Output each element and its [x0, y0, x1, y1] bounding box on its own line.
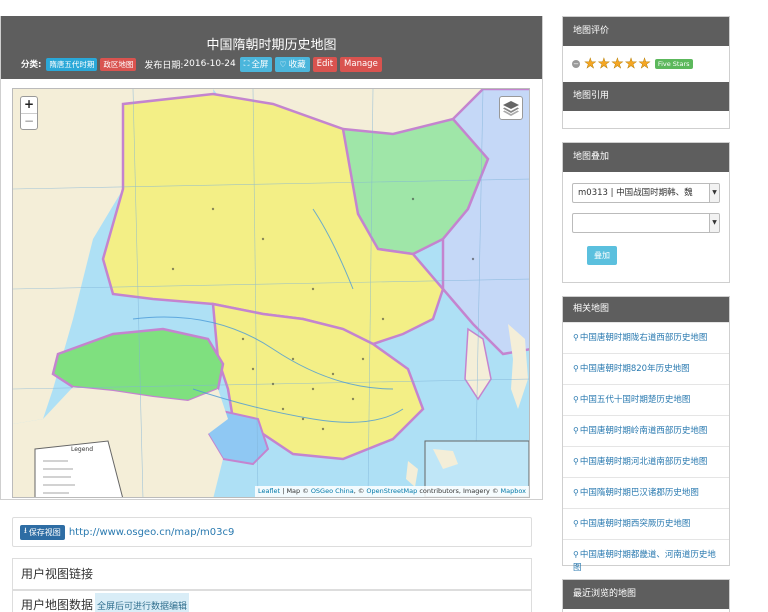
- attribution-sep: , ©: [353, 487, 365, 495]
- rating-title: 地图评价: [563, 17, 729, 46]
- save-view-label: 保存视图: [28, 527, 61, 537]
- related-map-link[interactable]: ⚲中国隋朝时期巴汉诸郡历史地图: [563, 477, 729, 508]
- overlay-title: 地图叠加: [563, 143, 729, 172]
- related-map-link[interactable]: ⚲中国唐朝时期陇右道西部历史地图: [563, 322, 729, 353]
- fullscreen-button[interactable]: ⛶ 全屏: [239, 56, 273, 72]
- map-legend-title: Legend: [71, 446, 94, 453]
- manage-button[interactable]: Manage: [340, 56, 382, 72]
- osgeo-link[interactable]: OSGeo China: [311, 487, 354, 495]
- layers-button[interactable]: [499, 96, 523, 120]
- edit-button[interactable]: Edit: [312, 56, 338, 72]
- tag-type[interactable]: 政区地图: [100, 57, 137, 71]
- rating-panel: 地图评价 − ★ ★ ★ ★ ★ Five Stars 地图引用: [562, 16, 730, 129]
- chevron-down-icon: ▼: [709, 214, 719, 232]
- user-map-data-section: 用户地图数据 全屏后可进行数据编辑: [12, 590, 532, 612]
- map-marker-icon: ⚲: [573, 426, 579, 435]
- overlay-map-select[interactable]: m0313 | 中国战国时期韩、魏 ▼: [572, 183, 720, 203]
- user-map-data-header: 用户地图数据 全屏后可进行数据编辑: [13, 591, 531, 612]
- meta-row: 分类: 隋唐五代时期 政区地图 发布日期: 2016-10-24 ⛶ 全屏 ♡ …: [21, 56, 385, 72]
- tag-period[interactable]: 隋唐五代时期: [46, 57, 98, 71]
- overlay-layer-select[interactable]: ▼: [572, 213, 720, 233]
- related-map-link[interactable]: ⚲中国五代十国时期楚历史地图: [563, 384, 729, 415]
- favorite-button[interactable]: ♡ 收藏: [275, 56, 310, 72]
- favorite-label: 收藏: [288, 60, 306, 70]
- user-map-data-title: 用户地图数据: [21, 598, 94, 612]
- attribution-map-by: | Map ©: [282, 487, 309, 495]
- related-map-link[interactable]: ⚲中国唐朝时期河北道南部历史地图: [563, 446, 729, 477]
- category-label: 分类:: [21, 60, 42, 70]
- save-view-button[interactable]: ⭳ 保存视图: [20, 524, 65, 540]
- edit-hint-badge: 全屏后可进行数据编辑: [95, 593, 190, 612]
- map-viewer[interactable]: Legend + − Leaflet | Map © OSGeo China, …: [12, 88, 530, 498]
- map-marker-icon: ⚲: [573, 550, 579, 559]
- star-rating[interactable]: − ★ ★ ★ ★ ★ Five Stars: [563, 46, 729, 82]
- related-maps-panel: 相关地图 ⚲中国唐朝时期陇右道西部历史地图 ⚲中国唐朝时期820年历史地图 ⚲中…: [562, 296, 730, 573]
- attribution-contrib: contributors, Imagery ©: [419, 487, 499, 495]
- rating-caption: Five Stars: [654, 59, 693, 69]
- map-url-link[interactable]: http://www.osgeo.cn/map/m03c9: [69, 527, 235, 538]
- download-icon: ⭳: [24, 526, 27, 535]
- osm-link[interactable]: OpenStreetMap: [366, 487, 417, 495]
- zoom-in-button[interactable]: +: [21, 97, 37, 113]
- map-image: [13, 89, 529, 497]
- related-map-link[interactable]: ⚲中国唐朝时期岭南道西部历史地图: [563, 415, 729, 446]
- recent-title: 最近浏览的地图: [563, 580, 729, 609]
- fullscreen-label: 全屏: [251, 60, 269, 70]
- related-map-link[interactable]: ⚲中国唐朝时期都畿道、河南道历史地图: [563, 539, 729, 583]
- star-icon[interactable]: ★: [624, 57, 637, 71]
- publish-date: 2016-10-24: [183, 59, 236, 69]
- star-icon[interactable]: ★: [638, 57, 651, 71]
- chevron-down-icon: ▼: [709, 184, 719, 202]
- map-marker-icon: ⚲: [573, 488, 579, 497]
- user-view-link-title: 用户视图链接: [21, 567, 94, 581]
- map-attribution: Leaflet | Map © OSGeo China, © OpenStree…: [254, 486, 529, 497]
- citation-title: 地图引用: [563, 82, 729, 111]
- recent-maps-panel: 最近浏览的地图: [562, 579, 730, 612]
- date-label: 发布日期:: [144, 60, 184, 71]
- map-marker-icon: ⚲: [573, 519, 579, 528]
- map-marker-icon: ⚲: [573, 457, 579, 466]
- leaflet-link[interactable]: Leaflet: [258, 487, 280, 495]
- cancel-rating-icon[interactable]: −: [572, 60, 580, 68]
- map-marker-icon: ⚲: [573, 364, 579, 373]
- zoom-out-button[interactable]: −: [21, 113, 37, 129]
- layers-icon: [503, 101, 519, 116]
- page-title: 中国隋朝时期历史地图: [206, 38, 337, 53]
- map-marker-icon: ⚲: [573, 395, 579, 404]
- related-title: 相关地图: [563, 297, 729, 322]
- mapbox-link[interactable]: Mapbox: [501, 487, 526, 495]
- fullscreen-icon: ⛶: [243, 59, 250, 68]
- star-icon[interactable]: ★: [584, 57, 597, 71]
- page: 中国隋朝时期历史地图 分类: 隋唐五代时期 政区地图 发布日期: 2016-10…: [0, 0, 768, 612]
- star-icon[interactable]: ★: [597, 57, 610, 71]
- overlay-select-value: m0313 | 中国战国时期韩、魏: [578, 188, 693, 198]
- related-map-link[interactable]: ⚲中国唐朝时期820年历史地图: [563, 353, 729, 384]
- zoom-control: + −: [20, 96, 38, 130]
- user-view-link-section: 用户视图链接: [12, 558, 532, 590]
- heart-icon: ♡: [279, 59, 287, 69]
- star-icon[interactable]: ★: [611, 57, 624, 71]
- related-map-link[interactable]: ⚲中国唐朝时期西突厥历史地图: [563, 508, 729, 539]
- overlay-button[interactable]: 叠加: [587, 246, 617, 265]
- overlay-panel: 地图叠加 m0313 | 中国战国时期韩、魏 ▼ ▼ 叠加: [562, 142, 730, 283]
- map-marker-icon: ⚲: [573, 333, 579, 342]
- map-header: 中国隋朝时期历史地图 分类: 隋唐五代时期 政区地图 发布日期: 2016-10…: [1, 16, 542, 79]
- save-view-row: ⭳ 保存视图 http://www.osgeo.cn/map/m03c9: [12, 517, 532, 547]
